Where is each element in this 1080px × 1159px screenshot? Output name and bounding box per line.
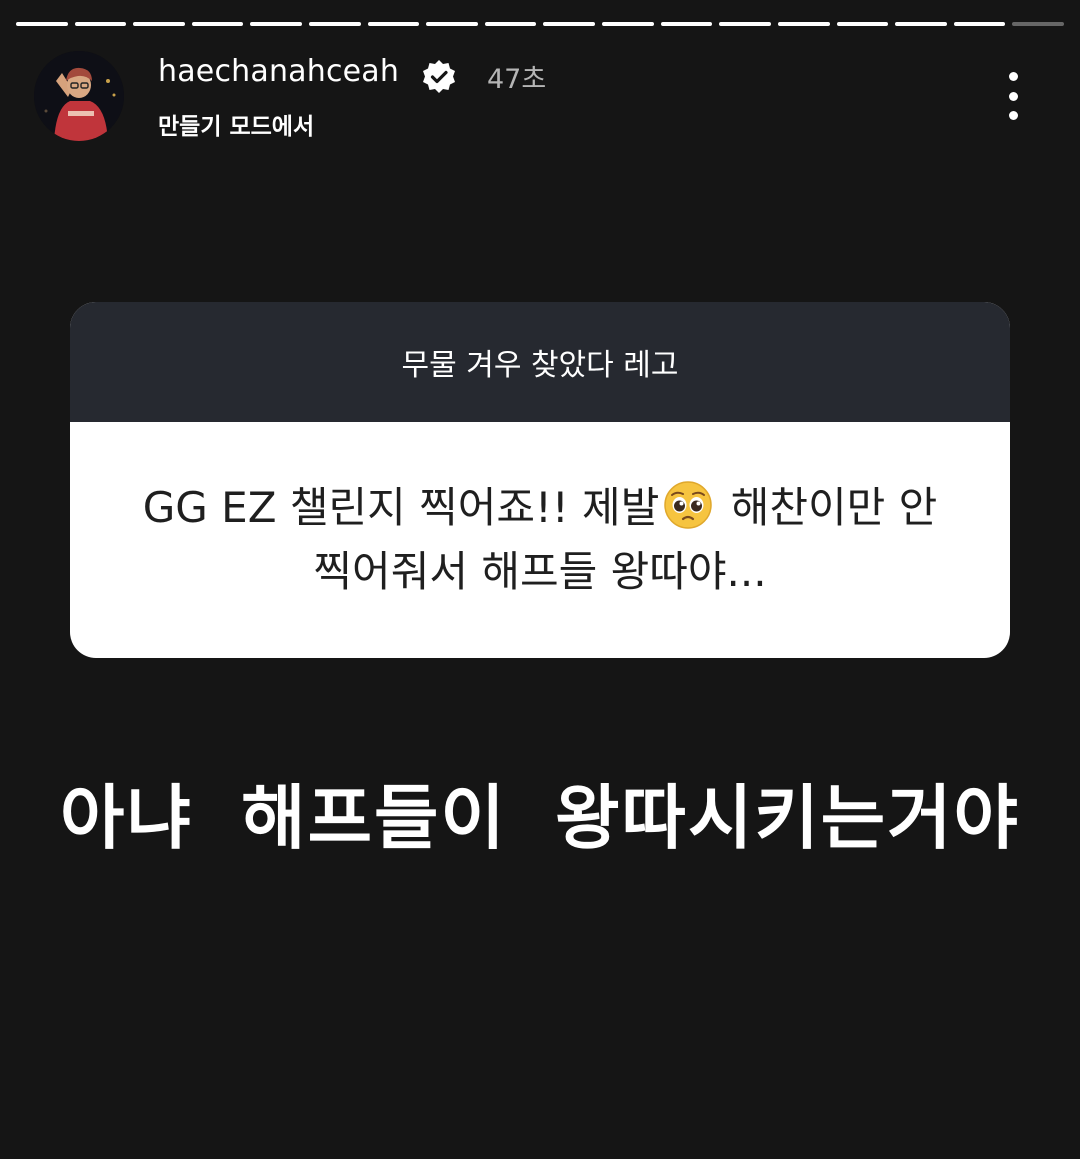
sticker-answer: GG EZ 챌린지 찍어죠!! 제발 해찬이만 안 찍어줘서 해프들 왕따야..… [130,476,950,604]
story-progress-segment [484,22,537,26]
pleading-face-emoji-icon [663,480,713,530]
more-options-button[interactable] [990,68,1036,124]
story-progress-segment [309,22,361,26]
story-progress-segment [660,22,713,26]
story-progress-segment [250,22,303,26]
profile-avatar[interactable] [34,51,124,141]
story-progress-segment [74,22,127,26]
story-progress-segment [836,22,889,26]
sticker-answer-area: GG EZ 챌린지 찍어죠!! 제발 해찬이만 안 찍어줘서 해프들 왕따야..… [70,422,1010,658]
reply-caption: 아냐 해프들이 왕따시키는거야 [60,777,1020,859]
story-progress-segment [719,22,771,26]
story-progress-segment [543,22,596,26]
post-time: 47초 [487,64,547,95]
story-progress-segment [777,22,830,26]
story-progress-segment [133,22,185,26]
story-progress-segment [1012,22,1064,26]
story-progress-segment [602,22,654,26]
story-progress-segment [191,22,244,26]
more-vertical-icon [1008,72,1018,81]
story-progress-bar [16,22,1064,26]
verified-badge-icon [420,58,458,96]
story-progress-segment [16,22,68,26]
created-in-mode-label[interactable]: 만들기 모드에서 [158,107,314,141]
story-progress-segment [953,22,1006,26]
story-progress-segment [895,22,947,26]
avatar-image [34,51,124,141]
story-progress-segment [367,22,420,26]
story-progress-segment [426,22,478,26]
sticker-question: 무물 겨우 찾았다 레고 [70,302,1010,422]
username-link[interactable]: haechanahceah [158,54,399,89]
question-sticker: 무물 겨우 찾았다 레고 GG EZ 챌린지 찍어죠!! 제발 해찬이만 안 찍… [70,302,1010,658]
answer-text-part1: GG EZ 챌린지 찍어죠!! 제발 [142,483,660,532]
